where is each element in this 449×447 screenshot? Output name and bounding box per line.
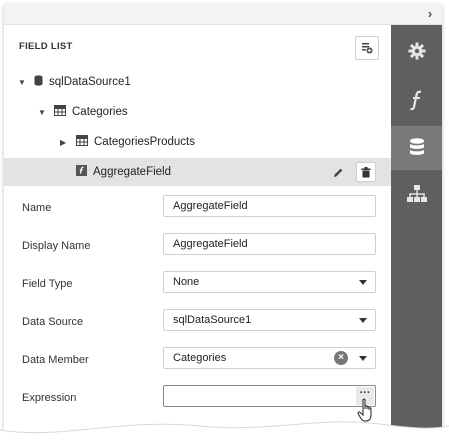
tree-node-relation[interactable]: ▶ CategoriesProducts <box>60 132 195 152</box>
table-icon <box>54 105 66 119</box>
data-source-label: Data Source <box>22 316 84 328</box>
display-name-label: Display Name <box>22 240 91 252</box>
collapse-chevron-icon[interactable]: › <box>422 6 438 22</box>
datasource-icon <box>34 75 43 89</box>
collapsed-arrow-icon[interactable]: ▶ <box>60 138 70 147</box>
tree-node-selected-field[interactable]: AggregateField <box>76 162 171 182</box>
data-member-label: Data Member <box>22 354 89 366</box>
tree-node-table[interactable]: ▼ Categories <box>38 102 128 122</box>
data-member-value: Categories <box>173 352 227 364</box>
field-type-value: None <box>173 276 200 288</box>
field-type-select[interactable]: None <box>163 271 376 293</box>
expression-input[interactable]: ··· <box>163 385 376 407</box>
add-calculated-field-button[interactable] <box>355 36 379 60</box>
data-member-select[interactable]: Categories × <box>163 347 376 369</box>
calculated-field-icon <box>76 165 87 179</box>
tree-node-label: Categories <box>72 106 128 118</box>
trash-icon <box>361 166 371 177</box>
edit-field-button[interactable] <box>328 162 348 182</box>
pencil-icon <box>333 168 342 177</box>
expand-arrow-icon[interactable]: ▼ <box>38 108 48 117</box>
tree-node-label: sqlDataSource1 <box>49 76 131 88</box>
clear-icon[interactable]: × <box>334 351 348 365</box>
add-calculated-field-icon <box>362 43 373 54</box>
hierarchy-icon[interactable] <box>391 175 442 213</box>
tree-node-datasource[interactable]: ▼ sqlDataSource1 <box>18 72 131 92</box>
dropdown-arrow-icon[interactable] <box>359 356 367 361</box>
report-designer-panel: › FIELD LIST ▼ sqlDataSource1 ▼ Categori… <box>4 4 442 436</box>
field-list-title: FIELD LIST <box>19 41 73 52</box>
function-icon[interactable] <box>391 81 442 119</box>
name-input[interactable]: AggregateField <box>163 195 376 217</box>
name-label: Name <box>22 202 52 214</box>
data-source-select[interactable]: sqlDataSource1 <box>163 309 376 331</box>
side-tab-rail <box>391 25 442 436</box>
data-source-value: sqlDataSource1 <box>173 314 252 326</box>
tree-node-label: CategoriesProducts <box>94 136 195 148</box>
dropdown-arrow-icon[interactable] <box>359 318 367 323</box>
torn-edge-decoration <box>0 421 449 447</box>
panel-topbar: › <box>4 4 442 25</box>
delete-field-button[interactable] <box>356 162 376 182</box>
tree-node-label: AggregateField <box>93 166 171 178</box>
expand-arrow-icon[interactable]: ▼ <box>18 78 28 87</box>
dropdown-arrow-icon[interactable] <box>359 280 367 285</box>
expression-label: Expression <box>22 392 77 404</box>
settings-icon[interactable] <box>391 32 442 70</box>
table-icon <box>76 135 88 149</box>
database-icon[interactable] <box>391 126 442 170</box>
field-type-label: Field Type <box>22 278 73 290</box>
display-name-input[interactable]: AggregateField <box>163 233 376 255</box>
